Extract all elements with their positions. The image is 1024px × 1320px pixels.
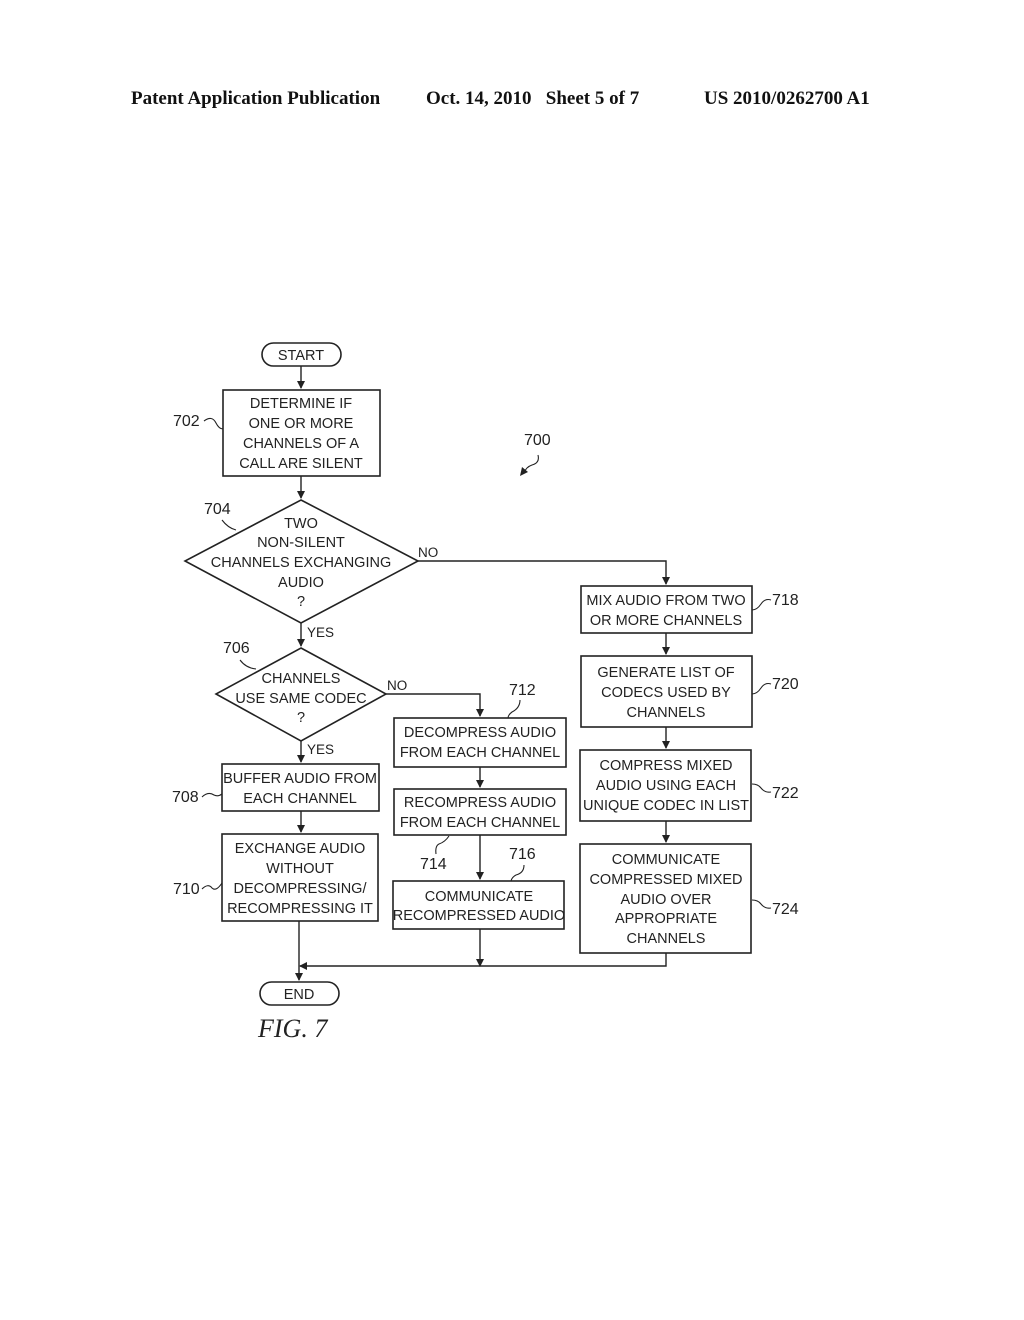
- step-716: COMMUNICATE RECOMPRESSED AUDIO: [392, 880, 565, 930]
- step-text-line: DECOMPRESSING/: [234, 881, 368, 897]
- step-720: GENERATE LIST OF CODECS USED BY CHANNELS: [580, 655, 753, 728]
- step-text-line: CODECS USED BY: [601, 685, 731, 701]
- step-text-line: COMMUNICATE: [612, 852, 721, 868]
- step-702: DETERMINE IF ONE OR MORE CHANNELS OF A C…: [222, 389, 381, 477]
- leader-720: [751, 682, 772, 695]
- leader-716: [510, 864, 525, 882]
- step-text-line: CHANNELS EXCHANGING: [211, 555, 391, 571]
- label-no-706: NO: [387, 678, 407, 693]
- step-text-line: CHANNELS: [262, 671, 341, 687]
- arrow-706-712: [386, 693, 484, 717]
- step-text-line: COMMUNICATE: [425, 889, 534, 905]
- ref-716: 716: [509, 846, 536, 863]
- leader-724: [751, 899, 772, 909]
- step-724: COMMUNICATE COMPRESSED MIXED AUDIO OVER …: [579, 843, 752, 954]
- leader-708: [201, 792, 223, 798]
- step-text-line: DECOMPRESS AUDIO: [404, 725, 556, 741]
- step-text-line: ?: [297, 594, 305, 610]
- step-text-line: EXCHANGE AUDIO: [235, 841, 366, 857]
- ref-706: 706: [223, 640, 250, 657]
- arrow-704-718: [418, 560, 670, 585]
- step-text-line: AUDIO: [278, 575, 324, 591]
- ref-724: 724: [772, 901, 799, 918]
- end-label: END: [284, 987, 315, 1003]
- step-text-line: CHANNELS: [627, 931, 706, 947]
- ref-702: 702: [173, 413, 200, 430]
- step-text-line: MIX AUDIO FROM TWO: [586, 593, 745, 609]
- ref-710: 710: [173, 881, 200, 898]
- step-text-line: BUFFER AUDIO FROM: [223, 771, 377, 787]
- step-710: EXCHANGE AUDIO WITHOUT DECOMPRESSING/ RE…: [221, 833, 379, 922]
- step-text-line: FROM EACH CHANNEL: [400, 745, 560, 761]
- step-text-line: RECOMPRESSING IT: [227, 901, 373, 917]
- ref-708: 708: [172, 789, 199, 806]
- ref-704: 704: [204, 501, 231, 518]
- flowchart: START END DETERMINE IF ONE OR MORE CHANN…: [172, 342, 799, 1043]
- step-text-line: WITHOUT: [266, 861, 334, 877]
- step-text-line: GENERATE LIST OF: [597, 665, 734, 681]
- step-text-line: FROM EACH CHANNEL: [400, 815, 560, 831]
- label-no-704: NO: [418, 545, 438, 560]
- leader-700: [523, 454, 539, 474]
- end-terminator: END: [259, 981, 340, 1006]
- leader-712: [507, 699, 521, 719]
- step-714: RECOMPRESS AUDIO FROM EACH CHANNEL: [393, 788, 567, 836]
- step-text-line: COMPRESSED MIXED: [589, 872, 742, 888]
- leader-718: [751, 598, 772, 611]
- step-text-line: NON-SILENT: [257, 535, 345, 551]
- ref-714: 714: [420, 856, 447, 873]
- leader-704: [221, 519, 237, 531]
- leader-702: [203, 417, 224, 430]
- arrow-724-merge: [299, 953, 667, 970]
- figure-caption: FIG. 7: [257, 1014, 328, 1043]
- step-text-line: EACH CHANNEL: [243, 791, 357, 807]
- step-text-line: RECOMPRESS AUDIO: [404, 795, 556, 811]
- step-text-line: CHANNELS OF A: [243, 436, 359, 452]
- decision-704: TWO NON-SILENT CHANNELS EXCHANGING AUDIO…: [183, 499, 420, 624]
- step-text-line: OR MORE CHANNELS: [590, 613, 742, 629]
- step-text-line: COMPRESS MIXED: [600, 758, 733, 774]
- ref-718: 718: [772, 592, 799, 609]
- ref-700: 700: [524, 432, 551, 449]
- start-terminator: START: [261, 342, 342, 367]
- step-708: BUFFER AUDIO FROM EACH CHANNEL: [221, 763, 380, 812]
- step-text-line: DETERMINE IF: [250, 396, 352, 412]
- step-text-line: TWO: [284, 516, 318, 532]
- leader-722: [751, 783, 772, 793]
- step-text-line: CALL ARE SILENT: [239, 456, 363, 472]
- step-text-line: AUDIO OVER: [620, 892, 711, 908]
- label-yes-704: YES: [307, 625, 334, 640]
- step-712: DECOMPRESS AUDIO FROM EACH CHANNEL: [393, 717, 567, 768]
- step-text-line: ONE OR MORE: [249, 416, 354, 432]
- step-text-line: RECOMPRESSED AUDIO: [393, 908, 565, 924]
- ref-712: 712: [509, 682, 536, 699]
- label-yes-706: YES: [307, 742, 334, 757]
- start-label: START: [278, 348, 324, 364]
- leader-714: [435, 835, 450, 855]
- step-text-line: UNIQUE CODEC IN LIST: [583, 798, 749, 814]
- step-text-line: AUDIO USING EACH: [596, 778, 736, 794]
- step-722: COMPRESS MIXED AUDIO USING EACH UNIQUE C…: [579, 749, 752, 822]
- step-text-line: APPROPRIATE: [615, 911, 717, 927]
- leader-706: [239, 659, 257, 670]
- step-text-line: CHANNELS: [627, 705, 706, 721]
- ref-722: 722: [772, 785, 799, 802]
- step-text-line: USE SAME CODEC: [235, 691, 366, 707]
- leader-710: [201, 882, 223, 890]
- step-text-line: ?: [297, 710, 305, 726]
- ref-720: 720: [772, 676, 799, 693]
- step-718: MIX AUDIO FROM TWO OR MORE CHANNELS: [580, 585, 753, 634]
